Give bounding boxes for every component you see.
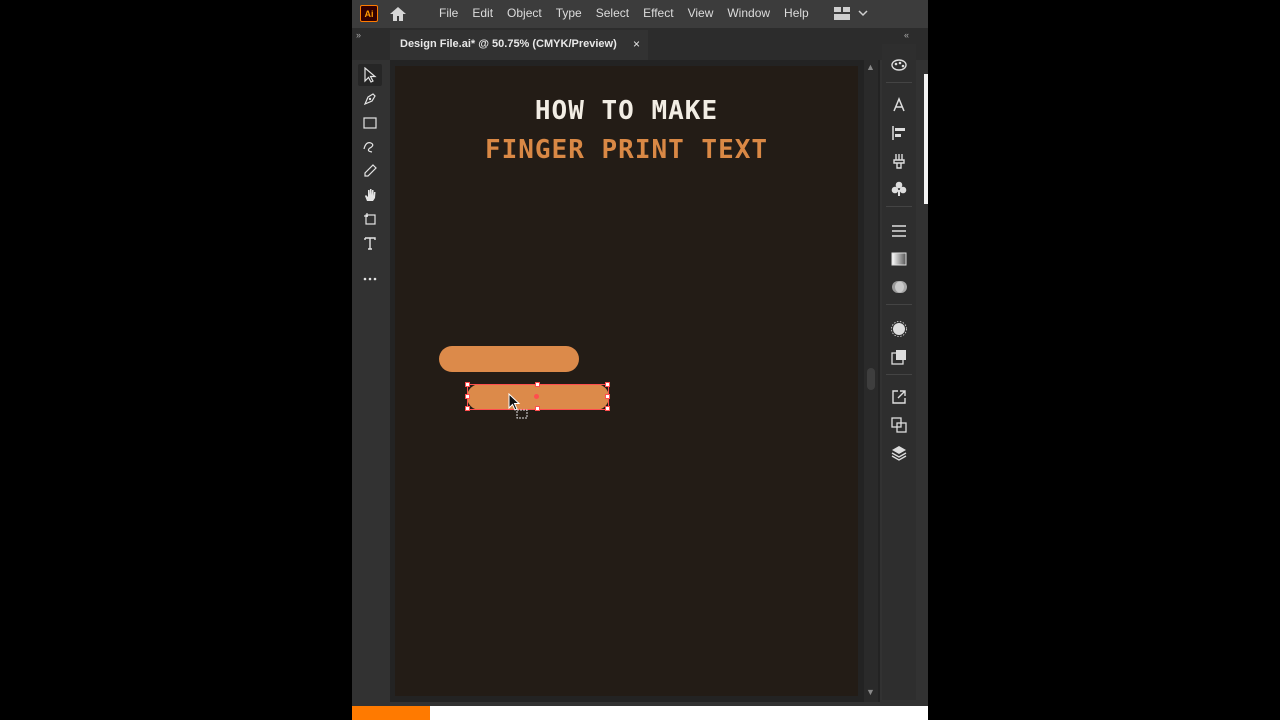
pathfinder-icon[interactable] (890, 416, 908, 434)
graphic-styles-icon[interactable] (890, 348, 908, 366)
workspace-switcher-icon[interactable] (834, 7, 850, 20)
stroke-icon[interactable] (890, 222, 908, 240)
selection-center-point (534, 394, 539, 399)
menu-file[interactable]: File (432, 0, 465, 28)
hand-tool-icon[interactable] (358, 184, 382, 206)
eyedropper-tool-icon[interactable] (358, 160, 382, 182)
collapse-toolbar-icon[interactable]: » (356, 30, 361, 40)
resize-handle-bottom-right[interactable] (605, 406, 610, 411)
more-tools-icon[interactable] (358, 268, 382, 290)
rounded-rectangle-shape[interactable] (439, 346, 579, 372)
tools-panel (355, 60, 385, 700)
close-icon[interactable]: × (633, 37, 640, 51)
mouse-pointer-icon (508, 393, 528, 419)
shaper-tool-icon[interactable] (358, 136, 382, 158)
dock-separator (886, 206, 912, 207)
headline-line-1[interactable]: HOW TO MAKE (395, 96, 858, 126)
video-progress-bar[interactable] (352, 706, 928, 720)
panel-dock (882, 44, 916, 700)
resize-handle-bottom-left[interactable] (465, 406, 470, 411)
appearance-icon[interactable] (890, 320, 908, 338)
rectangle-tool-icon[interactable] (358, 112, 382, 134)
resize-handle-top-right[interactable] (605, 382, 610, 387)
artboard-tool-icon[interactable] (358, 208, 382, 230)
app-logo: Ai (360, 5, 378, 22)
type-tool-icon[interactable] (358, 232, 382, 254)
menu-effect[interactable]: Effect (636, 0, 680, 28)
scrollbar-thumb[interactable] (867, 368, 875, 390)
illustrator-window: Ai File Edit Object Type Select Effect V… (352, 0, 928, 720)
symbols-icon[interactable] (890, 180, 908, 198)
resize-handle-middle-right[interactable] (605, 394, 610, 399)
dock-separator (886, 82, 912, 83)
resize-handle-bottom-center[interactable] (535, 406, 540, 411)
document-tab-title: Design File.ai* @ 50.75% (CMYK/Preview) (400, 38, 617, 50)
document-tab[interactable]: Design File.ai* @ 50.75% (CMYK/Preview) … (390, 30, 648, 60)
resize-handle-top-center[interactable] (535, 382, 540, 387)
resize-handle-middle-left[interactable] (465, 394, 470, 399)
headline-line-2[interactable]: FINGER PRINT TEXT (395, 135, 858, 165)
dock-separator (886, 304, 912, 305)
align-icon[interactable] (890, 124, 908, 142)
menu-edit[interactable]: Edit (465, 0, 500, 28)
collapse-dock-icon[interactable]: « (904, 30, 909, 40)
artboard[interactable]: HOW TO MAKE FINGER PRINT TEXT (395, 66, 858, 696)
menu-type[interactable]: Type (549, 0, 589, 28)
color-guide-icon[interactable] (890, 56, 908, 74)
menu-select[interactable]: Select (589, 0, 636, 28)
transparency-icon[interactable] (890, 278, 908, 296)
menu-object[interactable]: Object (500, 0, 549, 28)
video-progress-fill (352, 706, 430, 720)
menu-view[interactable]: View (681, 0, 721, 28)
dock-separator (886, 374, 912, 375)
character-icon[interactable] (890, 96, 908, 114)
document-tab-bar: » Design File.ai* @ 50.75% (CMYK/Preview… (352, 28, 928, 60)
scroll-down-icon[interactable]: ▼ (866, 687, 875, 697)
vertical-scrollbar[interactable]: ▲ ▼ (864, 60, 878, 702)
panel-edge (924, 74, 928, 204)
pen-tool-icon[interactable] (358, 88, 382, 110)
selection-tool-icon[interactable] (358, 64, 382, 86)
export-icon[interactable] (890, 388, 908, 406)
scroll-up-icon[interactable]: ▲ (866, 62, 875, 72)
main-menu: File Edit Object Type Select Effect View… (432, 0, 816, 28)
menu-bar: Ai File Edit Object Type Select Effect V… (352, 0, 928, 28)
gradient-icon[interactable] (890, 250, 908, 268)
resize-handle-top-left[interactable] (465, 382, 470, 387)
home-icon[interactable] (388, 5, 408, 23)
chevron-down-icon[interactable] (858, 8, 868, 18)
menu-window[interactable]: Window (720, 0, 777, 28)
brushes-icon[interactable] (890, 152, 908, 170)
menu-help[interactable]: Help (777, 0, 816, 28)
layers-icon[interactable] (890, 444, 908, 462)
